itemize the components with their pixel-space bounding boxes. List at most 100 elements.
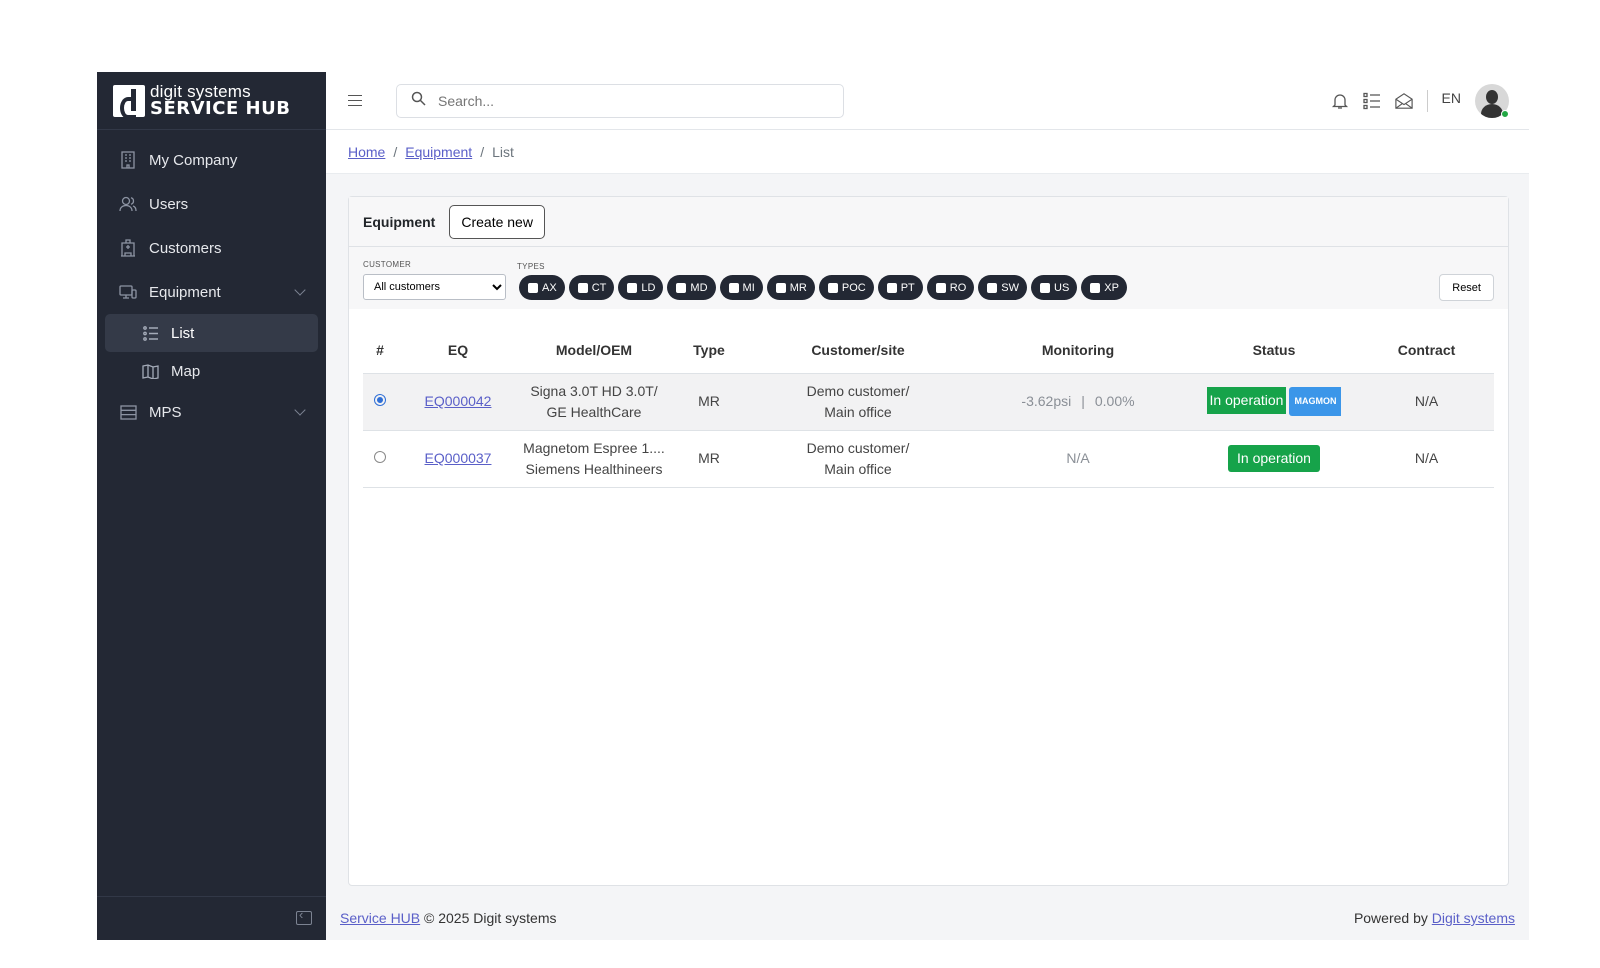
customer-select[interactable]: All customers [363, 274, 506, 300]
server-icon [119, 403, 137, 421]
checkbox[interactable] [728, 282, 739, 293]
sidebar-item-label: My Company [149, 151, 238, 169]
type-cell: MR [669, 373, 749, 431]
helium-value: 0.00% [1094, 393, 1135, 409]
checkbox[interactable] [528, 282, 538, 293]
column-header[interactable]: Customer/site [749, 327, 967, 374]
topbar: EN [326, 72, 1529, 130]
chip-label: LD [641, 281, 656, 294]
search-input[interactable] [438, 92, 818, 109]
chip-label: SW [1001, 281, 1020, 294]
column-header[interactable]: Model/OEM [519, 327, 669, 374]
eq-link[interactable]: EQ000037 [425, 450, 492, 466]
search-box[interactable] [396, 83, 844, 118]
checkbox[interactable] [627, 282, 638, 293]
footer-digit-systems-link[interactable]: Digit systems [1432, 910, 1515, 926]
contract-cell: N/A [1359, 373, 1494, 431]
magmon-badge: MAGMON [1289, 387, 1342, 416]
type-chip-us[interactable]: US [1031, 275, 1078, 300]
create-new-button[interactable]: Create new [449, 204, 545, 239]
column-header[interactable]: Type [669, 327, 749, 374]
checkbox[interactable] [775, 282, 786, 293]
sidebar-item-equipment[interactable]: Equipment [97, 270, 326, 314]
breadcrumb-equipment[interactable]: Equipment [405, 144, 472, 160]
status-badge: In operation [1228, 445, 1320, 472]
type-chip-mr[interactable]: MR [766, 275, 815, 300]
sidebar-item-mps[interactable]: MPS [97, 390, 326, 434]
card-title: Equipment [363, 213, 436, 230]
column-header[interactable]: Contract [1359, 327, 1494, 374]
envelope-open-icon[interactable] [1394, 92, 1413, 110]
devices-icon [119, 283, 137, 301]
sidebar-subitem-list[interactable]: List [105, 314, 318, 352]
eq-link[interactable]: EQ000042 [425, 393, 492, 409]
type-chip-xp[interactable]: XP [1081, 275, 1127, 300]
language-switcher[interactable]: EN [1442, 90, 1461, 106]
checkbox[interactable] [935, 282, 946, 293]
footer-left: Service HUB © 2025 Digit systems [340, 910, 557, 926]
eq-cell: EQ000037 [397, 430, 519, 488]
chip-label: PT [900, 281, 915, 294]
list-icon [142, 325, 159, 342]
row-select-cell [363, 430, 397, 488]
card-header: Equipment Create new [349, 197, 1508, 247]
chip-label: AX [542, 281, 557, 294]
table-row[interactable]: EQ000042 Signa 3.0T HD 3.0T/GE HealthCar… [363, 373, 1494, 431]
collapse-sidebar-icon[interactable] [296, 907, 312, 925]
checkbox[interactable] [676, 282, 687, 293]
table-row[interactable]: EQ000037 Magnetom Espree 1.... Siemens He… [363, 430, 1494, 488]
sidebar-item-my-company[interactable]: My Company [97, 138, 326, 182]
type-chip-poc[interactable]: POC [818, 275, 874, 300]
sidebar-item-customers[interactable]: Customers [97, 226, 326, 270]
sidebar-item-users[interactable]: Users [97, 182, 326, 226]
customer-text: Demo customer/ [806, 439, 910, 456]
equipment-card: Equipment Create new CUSTOMER All custom… [348, 196, 1509, 886]
type-chip-mi[interactable]: MI [719, 275, 763, 300]
breadcrumb-home[interactable]: Home [348, 144, 385, 160]
column-header[interactable]: # [363, 327, 397, 374]
type-chip-ct[interactable]: CT [568, 275, 615, 300]
column-header[interactable]: Monitoring [967, 327, 1189, 374]
types-filter-label: TYPES [517, 262, 545, 271]
model-cell: Magnetom Espree 1.... Siemens Healthineer… [519, 430, 669, 488]
model-text: Signa 3.0T HD 3.0T/ [530, 382, 658, 399]
digit-logo-icon [113, 84, 145, 119]
hamburger-menu-icon[interactable] [348, 94, 362, 107]
row-radio[interactable] [374, 394, 386, 406]
checkbox[interactable] [987, 282, 998, 293]
type-chip-ax[interactable]: AX [519, 275, 565, 300]
footer-service-hub-link[interactable]: Service HUB [340, 910, 420, 926]
monitoring-cell: N/A [967, 430, 1189, 488]
type-chip-pt[interactable]: PT [877, 275, 923, 300]
checkbox[interactable] [827, 282, 838, 293]
model-cell: Signa 3.0T HD 3.0T/GE HealthCare [519, 373, 669, 431]
type-chip-ld[interactable]: LD [618, 275, 664, 300]
column-header[interactable]: Status [1189, 327, 1359, 374]
column-header[interactable]: EQ [397, 327, 519, 374]
checkbox[interactable] [886, 282, 897, 293]
brand-logo[interactable]: digit systems SERVICE HUB [97, 72, 326, 130]
row-select-cell [363, 373, 397, 431]
oem-text: Siemens Healthineers [525, 460, 663, 477]
checkbox[interactable] [1040, 282, 1051, 293]
checkbox[interactable] [577, 282, 588, 293]
sidebar-subitem-map[interactable]: Map [105, 352, 318, 390]
footer-right: Powered by Digit systems [1354, 910, 1515, 926]
contract-cell: N/A [1359, 430, 1494, 488]
type-chip-ro[interactable]: RO [926, 275, 975, 300]
oem-text: GE HealthCare [546, 403, 642, 420]
bell-icon[interactable] [1331, 92, 1349, 110]
type-chip-md[interactable]: MD [667, 275, 716, 300]
chip-label: MI [742, 281, 755, 294]
reset-button[interactable]: Reset [1439, 274, 1494, 301]
type-chip-sw[interactable]: SW [978, 275, 1028, 300]
task-list-icon[interactable] [1362, 92, 1381, 110]
breadcrumb-separator: / [393, 143, 398, 160]
checkbox[interactable] [1090, 282, 1101, 293]
sidebar-item-label: Equipment [149, 283, 221, 301]
status-cell: In operation MAGMON [1189, 373, 1359, 431]
filters-bar: CUSTOMER All customers TYPES AX CT LD MD… [349, 247, 1508, 309]
row-radio[interactable] [374, 451, 386, 463]
chip-label: CT [591, 281, 607, 294]
customer-filter-label: CUSTOMER [363, 260, 412, 269]
